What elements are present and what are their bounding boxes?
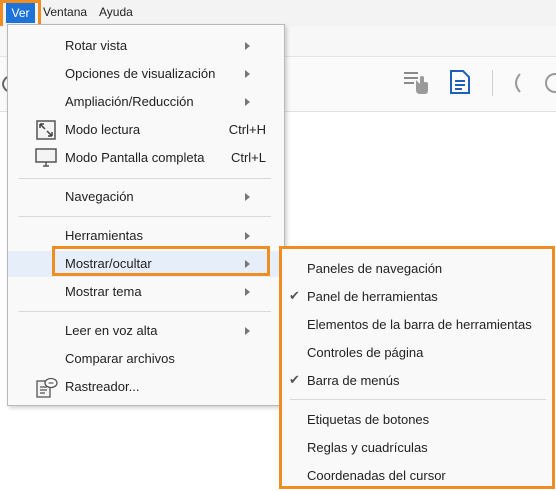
menu-ayuda[interactable]: Ayuda	[99, 5, 133, 19]
circle-icon[interactable]	[544, 72, 556, 97]
submenu-item-etiquetas-botones[interactable]: Etiquetas de botones	[282, 407, 552, 433]
hand-tool-icon[interactable]	[402, 68, 430, 99]
submenu-item-label: Paneles de navegación	[307, 261, 443, 276]
menu-separator	[19, 216, 271, 217]
menu-item-label: Rastreador...	[65, 379, 140, 394]
submenu-arrow-icon	[245, 327, 250, 335]
submenu-item-label: Reglas y cuadrículas	[307, 440, 428, 455]
menu-item-leer-voz-alta[interactable]: Leer en voz alta	[8, 318, 284, 344]
shortcut-label: Ctrl+L	[230, 150, 266, 165]
submenu-arrow-icon	[245, 288, 250, 296]
menu-item-modo-lectura[interactable]: Modo lectura Ctrl+H	[8, 117, 284, 143]
menu-item-label: Rotar vista	[65, 38, 128, 53]
menu-item-label: Leer en voz alta	[65, 323, 158, 338]
toolbar-separator	[492, 70, 493, 96]
mostrar-ocultar-submenu: Paneles de navegación ✔ Panel de herrami…	[279, 246, 555, 489]
ver-dropdown-menu: Rotar vista Opciones de visualización Am…	[7, 24, 285, 406]
menu-item-label: Modo lectura	[65, 122, 141, 137]
menu-item-navegacion[interactable]: Navegación	[8, 184, 284, 210]
menu-item-comparar-archivos[interactable]: Comparar archivos	[8, 346, 284, 372]
submenu-item-label: Panel de herramientas	[307, 289, 438, 304]
submenu-item-panel-herramientas[interactable]: ✔ Panel de herramientas	[282, 284, 552, 310]
tracker-icon	[36, 377, 58, 402]
submenu-item-paneles-navegacion[interactable]: Paneles de navegación	[282, 256, 552, 282]
monitor-icon	[35, 148, 57, 171]
checkmark-icon: ✔	[289, 288, 300, 303]
submenu-item-reglas-cuadriculas[interactable]: Reglas y cuadrículas	[282, 435, 552, 461]
submenu-item-elementos-barra[interactable]: Elementos de la barra de herramientas	[282, 312, 552, 338]
menu-item-label: Opciones de visualización	[65, 66, 216, 81]
menu-separator	[19, 178, 271, 179]
menu-item-label: Comparar archivos	[65, 351, 175, 366]
menu-item-label: Mostrar tema	[65, 284, 142, 299]
submenu-item-barra-menus[interactable]: ✔ Barra de menús	[282, 368, 552, 394]
submenu-item-coordenadas-cursor[interactable]: Coordenadas del cursor	[282, 463, 552, 489]
menu-item-label: Modo Pantalla completa	[65, 150, 205, 165]
checkmark-icon: ✔	[289, 372, 300, 387]
shortcut-label: Ctrl+H	[228, 122, 266, 137]
menu-item-rotar-vista[interactable]: Rotar vista	[8, 33, 284, 59]
document-icon[interactable]	[448, 68, 472, 99]
submenu-item-label: Controles de página	[307, 345, 424, 360]
menu-separator	[19, 311, 271, 312]
menu-ventana[interactable]: Ventana	[43, 5, 87, 19]
menu-item-mostrar-tema[interactable]: Mostrar tema	[8, 279, 284, 305]
submenu-arrow-icon	[245, 232, 250, 240]
submenu-item-label: Elementos de la barra de herramientas	[307, 317, 532, 332]
menu-item-label: Ampliación/Reducción	[65, 94, 194, 109]
menu-item-label: Herramientas	[65, 228, 144, 243]
menu-item-opciones-visualizacion[interactable]: Opciones de visualización	[8, 61, 284, 87]
menu-item-ampliacion-reduccion[interactable]: Ampliación/Reducción	[8, 89, 284, 115]
menu-item-rastreador[interactable]: Rastreador...	[8, 374, 284, 400]
menu-bar: Ver Ventana Ayuda	[0, 0, 556, 27]
expand-icon	[36, 120, 56, 143]
menu-item-label: Navegación	[65, 189, 134, 204]
rotate-icon[interactable]	[508, 70, 524, 99]
submenu-item-controles-pagina[interactable]: Controles de página	[282, 340, 552, 366]
submenu-arrow-icon	[245, 98, 250, 106]
submenu-arrow-icon	[245, 193, 250, 201]
submenu-item-label: Etiquetas de botones	[307, 412, 430, 427]
submenu-item-label: Barra de menús	[307, 373, 400, 388]
menu-item-pantalla-completa[interactable]: Modo Pantalla completa Ctrl+L	[8, 145, 284, 171]
mostrar-ocultar-highlight-box	[52, 246, 270, 276]
submenu-separator	[290, 399, 546, 400]
submenu-arrow-icon	[245, 70, 250, 78]
submenu-arrow-icon	[245, 42, 250, 50]
submenu-item-label: Coordenadas del cursor	[307, 468, 446, 483]
